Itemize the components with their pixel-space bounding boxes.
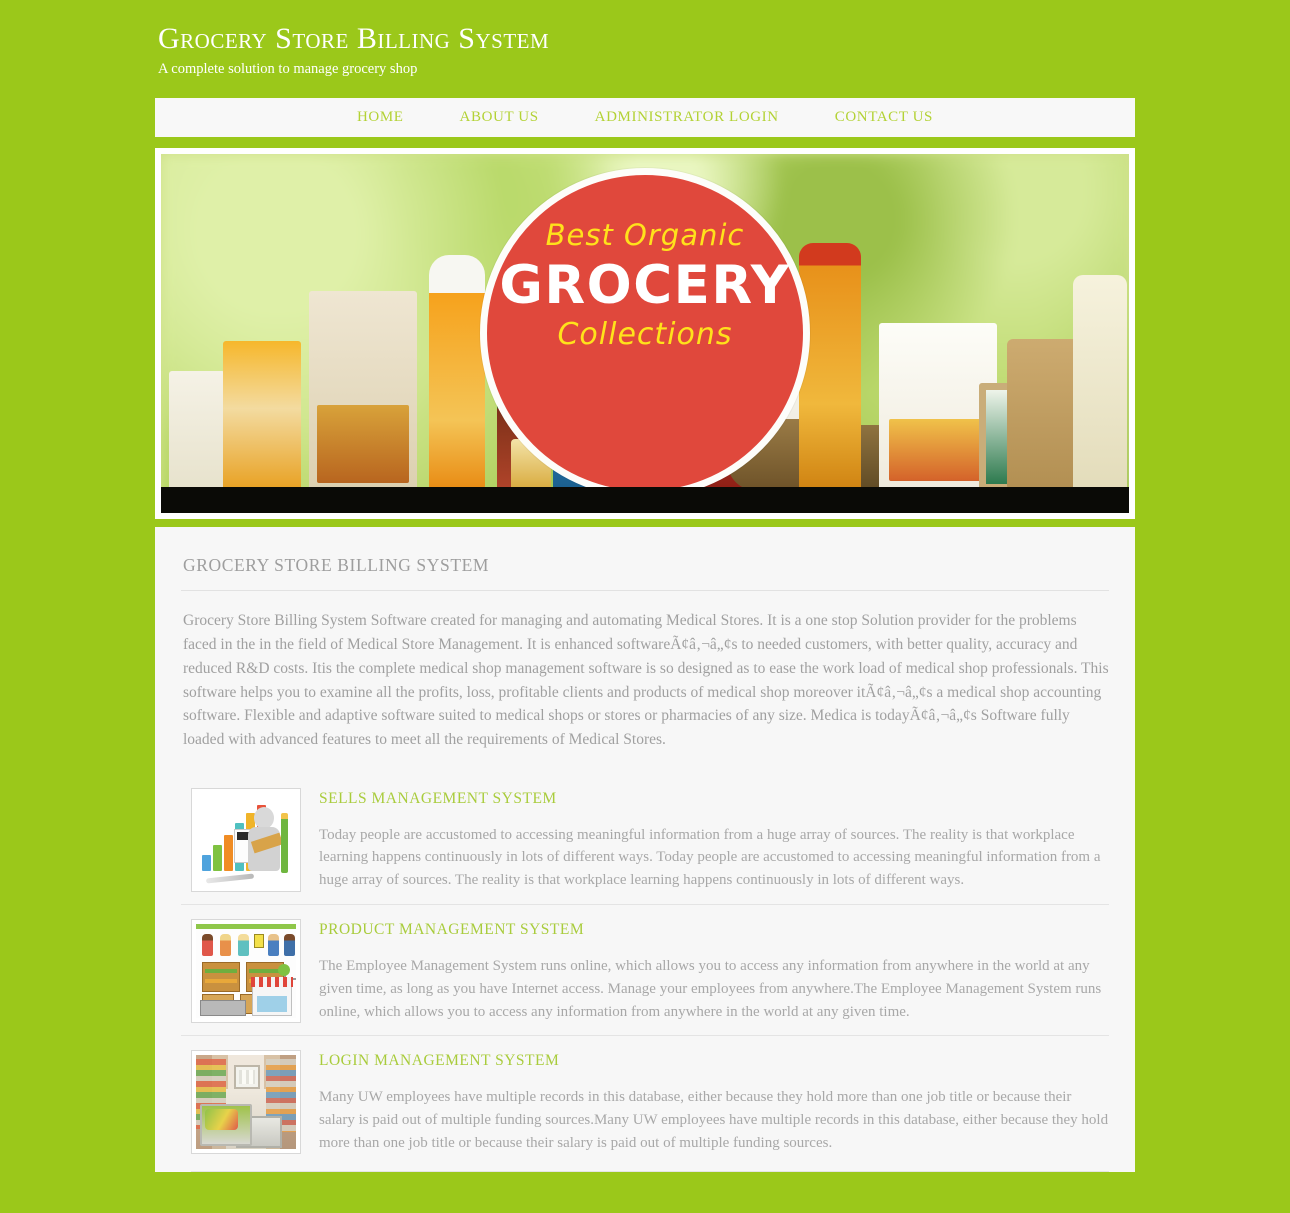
feature-body: LOGIN MANAGEMENT SYSTEM Many UW employee… (319, 1050, 1109, 1154)
feature-text: Many UW employees have multiple records … (319, 1089, 1109, 1151)
intro-paragraph: Grocery Store Billing System Software cr… (183, 612, 1109, 748)
feature-thumbnail-login[interactable] (191, 1050, 301, 1155)
nav-link-home[interactable]: HOME (329, 98, 432, 137)
content-bottom-divider (191, 1170, 1109, 1172)
banner-product-juice-bottle (429, 255, 485, 492)
nav-list: HOME ABOUT US ADMINISTRATOR LOGIN CONTAC… (329, 98, 961, 137)
banner-text-collections: Collections (557, 317, 733, 353)
feature-body: SELLS MANAGEMENT SYSTEM Today people are… (319, 788, 1109, 892)
banner-product-cornflakes-box (309, 291, 417, 492)
banner-badge: Best Organic GROCERY Collections (480, 168, 810, 499)
site-header: Grocery Store Billing System A complete … (155, 0, 1135, 88)
banner-product-oil-bottle (799, 243, 861, 492)
store-aisle-icon (196, 1055, 296, 1150)
nav-item-administrator-login: ADMINISTRATOR LOGIN (567, 98, 807, 137)
feature-body: PRODUCT MANAGEMENT SYSTEM The Employee M… (319, 919, 1109, 1023)
nav-link-administrator-login[interactable]: ADMINISTRATOR LOGIN (567, 98, 807, 137)
feature-title: PRODUCT MANAGEMENT SYSTEM (319, 921, 585, 938)
banner-product-rice-sack (223, 341, 301, 492)
grocery-clipart-icon (196, 924, 296, 1018)
nav-item-contact-us: CONTACT US (807, 98, 961, 137)
banner-text-grocery: GROCERY (499, 255, 791, 317)
feature-item: SELLS MANAGEMENT SYSTEM Today people are… (181, 774, 1109, 904)
nav-link-contact-us[interactable]: CONTACT US (807, 98, 961, 137)
feature-title: LOGIN MANAGEMENT SYSTEM (319, 1052, 560, 1070)
feature-text: Today people are accustomed to accessing… (319, 826, 1101, 889)
feature-text: The Employee Management System runs onli… (319, 958, 1102, 1020)
page-tagline: A complete solution to manage grocery sh… (158, 61, 418, 77)
main-navigation: HOME ABOUT US ADMINISTRATOR LOGIN CONTAC… (155, 98, 1135, 141)
section-title: GROCERY STORE BILLING SYSTEM (183, 555, 490, 576)
feature-thumbnail-sells[interactable] (191, 787, 301, 892)
section-title-divider (181, 590, 1109, 592)
feature-item: LOGIN MANAGEMENT SYSTEM Many UW employee… (181, 1035, 1109, 1166)
sales-chart-icon (196, 792, 296, 887)
banner-text-best-organic: Best Organic (545, 218, 745, 253)
feature-thumbnail-product[interactable] (191, 919, 301, 1023)
page-title: Grocery Store Billing System (158, 22, 550, 55)
nav-link-about-us[interactable]: ABOUT US (432, 98, 567, 137)
hero-banner-image: Best Organic GROCERY Collections (161, 154, 1129, 514)
banner-product-bag (169, 371, 225, 492)
main-content: GROCERY STORE BILLING SYSTEM Grocery Sto… (155, 527, 1135, 1172)
banner-frame: Best Organic GROCERY Collections (155, 148, 1135, 520)
feature-title: SELLS MANAGEMENT SYSTEM (319, 789, 557, 807)
nav-item-about-us: ABOUT US (432, 98, 567, 137)
page-root: Grocery Store Billing System A complete … (0, 0, 1290, 1213)
nav-item-home: HOME (329, 98, 432, 137)
banner-foreground-shelf (161, 487, 1129, 514)
feature-item: PRODUCT MANAGEMENT SYSTEM The Employee M… (181, 904, 1109, 1035)
banner-product-tall-bottle (1073, 275, 1127, 492)
